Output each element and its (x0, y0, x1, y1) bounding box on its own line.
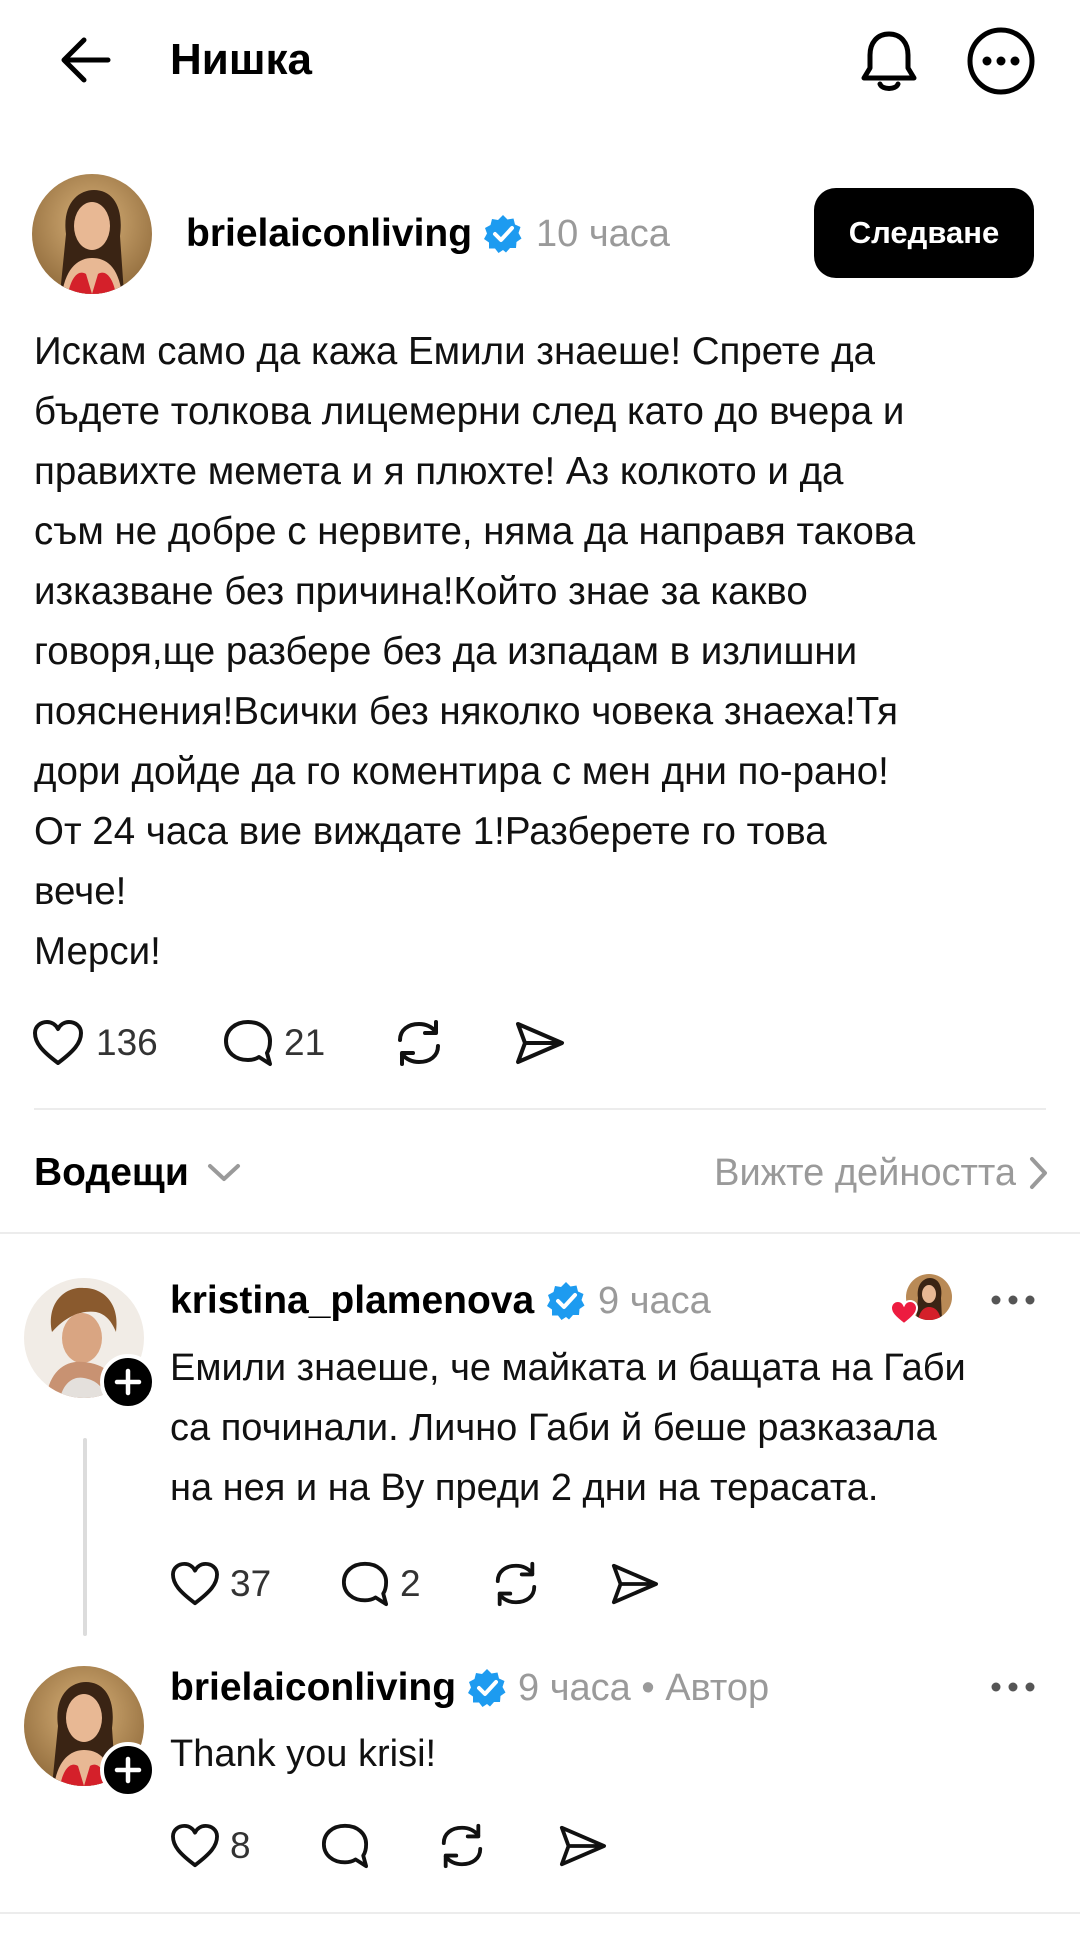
reply-meta: 9 часа • Автор (518, 1663, 769, 1713)
avatar[interactable] (32, 174, 152, 294)
reply-time: 9 часа (598, 1280, 711, 1322)
like-count: 37 (230, 1563, 272, 1604)
chevron-down-icon (207, 1164, 240, 1181)
chevron-right-icon (1030, 1157, 1047, 1189)
more-horizontal-icon (991, 1682, 1035, 1692)
back-button[interactable] (58, 32, 114, 88)
view-activity-label: Вижте дейността (714, 1152, 1016, 1194)
comment-button[interactable]: 21 (222, 1018, 342, 1068)
repost-icon (398, 1020, 440, 1066)
notifications-button[interactable] (858, 28, 920, 94)
send-icon (559, 1825, 606, 1867)
heart-icon (171, 1561, 219, 1606)
like-button[interactable]: 136 (32, 1018, 162, 1068)
reply-username[interactable]: kristina_plamenova (170, 1276, 534, 1326)
divider (0, 1232, 1080, 1234)
repost-button[interactable] (436, 1822, 488, 1870)
more-options-button[interactable] (966, 26, 1036, 96)
like-count: 8 (230, 1825, 251, 1866)
reply-more-button[interactable] (990, 1290, 1036, 1310)
post-body: Искам само да кажа Емили знаеше! Спрете … (34, 330, 916, 973)
reply-time: 9 часа (518, 1667, 631, 1709)
divider (0, 1912, 1080, 1914)
send-icon (611, 1563, 658, 1605)
replies-sort-label: Водещи (34, 1151, 189, 1194)
verified-badge-icon (482, 213, 524, 255)
share-button[interactable] (556, 1822, 608, 1870)
repost-button[interactable] (490, 1560, 542, 1608)
post-time: 10 часа (536, 213, 670, 255)
reply-username[interactable]: brielaiconliving (170, 1663, 456, 1713)
heart-filled-icon (889, 1299, 919, 1326)
more-circle-icon (967, 27, 1035, 95)
arrow-left-icon (61, 37, 111, 83)
like-count: 136 (96, 1022, 158, 1063)
view-activity-link[interactable]: Вижте дейността (714, 1148, 1050, 1198)
send-icon (516, 1022, 564, 1064)
replies-sort-dropdown[interactable]: Водещи (34, 1148, 241, 1198)
verified-badge-icon (545, 1280, 587, 1322)
comment-count: 2 (400, 1563, 421, 1604)
reply-more-button[interactable] (990, 1677, 1036, 1697)
like-button[interactable]: 37 (170, 1560, 280, 1608)
repost-button[interactable] (392, 1018, 446, 1068)
share-button[interactable] (608, 1560, 660, 1608)
heart-icon (33, 1020, 83, 1065)
share-button[interactable] (512, 1018, 566, 1068)
plus-icon (114, 1756, 142, 1784)
thread-line (83, 1438, 87, 1636)
author-liked-indicator (888, 1274, 956, 1330)
reply-body: Thank you krisi! (170, 1733, 437, 1775)
follow-plus-button[interactable] (100, 1742, 156, 1798)
avatar-image (32, 174, 152, 294)
page-title: Нишка (170, 35, 312, 84)
bell-icon (861, 31, 917, 91)
comment-count: 21 (284, 1022, 326, 1063)
repost-icon (441, 1823, 483, 1869)
comment-button[interactable] (320, 1822, 372, 1870)
author-tag: • Автор (641, 1667, 770, 1709)
comment-icon (341, 1561, 389, 1607)
comment-icon (224, 1020, 272, 1066)
comment-button[interactable]: 2 (340, 1560, 440, 1608)
plus-icon (114, 1368, 142, 1396)
repost-icon (495, 1561, 537, 1607)
follow-button[interactable]: Следване (814, 188, 1034, 278)
heart-icon (171, 1823, 219, 1868)
comment-icon (321, 1823, 369, 1869)
follow-plus-button[interactable] (100, 1354, 156, 1410)
more-horizontal-icon (991, 1295, 1035, 1305)
reply-body: Емили знаеше, че майката и бащата на Габ… (170, 1347, 966, 1509)
divider (34, 1108, 1046, 1110)
post-username[interactable]: brielaiconliving (186, 209, 472, 259)
like-button[interactable]: 8 (170, 1822, 270, 1870)
verified-badge-icon (466, 1667, 508, 1709)
